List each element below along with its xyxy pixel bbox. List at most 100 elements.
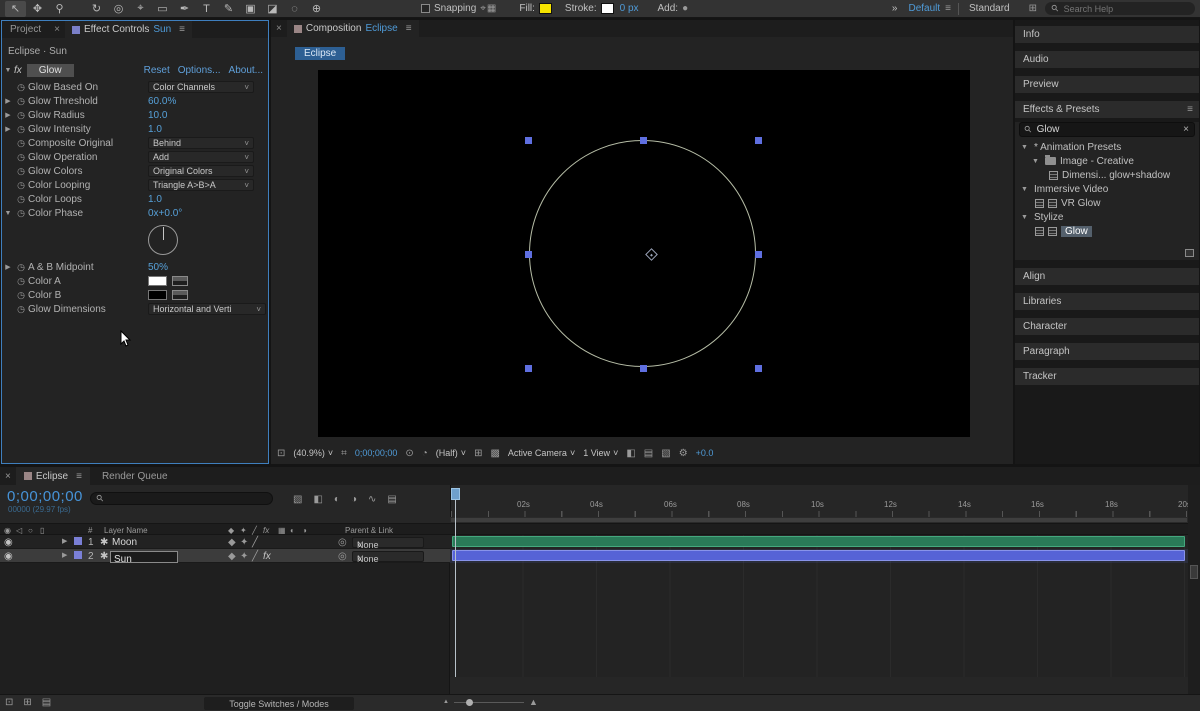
effect-header[interactable]: ▼ fx Glow Reset Options... About... [2, 63, 268, 78]
twirl-down-icon[interactable]: ▼ [2, 67, 14, 74]
zoom-tool-icon[interactable]: ⚲ [49, 1, 70, 17]
hide-shy-layers-icon[interactable]: ◐ [334, 494, 340, 505]
shape-tool-icon[interactable]: ▭ [152, 1, 173, 17]
add-menu-icon[interactable]: ● [682, 3, 688, 14]
stroke-width-value[interactable]: 0 px [620, 3, 639, 14]
about-link[interactable]: About... [229, 65, 263, 76]
monitor-icon[interactable]: ⊡ [277, 448, 285, 459]
layer-color-chip[interactable] [74, 537, 82, 545]
eraser-tool-icon[interactable]: ◪ [262, 1, 283, 17]
panel-tracker[interactable]: Tracker [1015, 368, 1199, 385]
glow-colors-dropdown[interactable]: Original Colors˅ [148, 165, 254, 177]
layer-bar-moon[interactable] [452, 536, 1185, 547]
clone-stamp-tool-icon[interactable]: ▣ [240, 1, 261, 17]
workspace-default-tab[interactable]: Default [908, 3, 940, 14]
workspace-menu-icon[interactable]: ≡ [945, 3, 951, 14]
timeline-vertical-scrollbar[interactable] [1188, 485, 1200, 694]
parent-dropdown[interactable]: None˅ [352, 551, 424, 562]
column-number[interactable]: # [88, 526, 92, 535]
timeline-search-field[interactable]: ⚲ [90, 492, 273, 505]
twirl-down-icon[interactable]: ▼ [1032, 158, 1041, 165]
tab-project[interactable]: Project [2, 24, 49, 35]
e je-visibility-icon[interactable]: ◉ [4, 537, 13, 548]
snap-grid-icon[interactable]: ▦ [487, 3, 496, 14]
close-panel-icon[interactable]: × [0, 471, 16, 482]
selection-handle[interactable] [525, 137, 532, 144]
pixel-aspect-icon[interactable]: ◧ [626, 448, 635, 459]
twirl-right-icon[interactable]: ▶ [62, 537, 67, 545]
close-panel-icon[interactable]: × [271, 23, 287, 34]
panel-menu-icon[interactable]: ≡ [1187, 104, 1193, 115]
panel-audio[interactable]: Audio [1015, 51, 1199, 68]
expand-in-out-icon[interactable]: ▤ [42, 697, 51, 708]
color-a-swatch[interactable] [148, 276, 167, 286]
selection-handle[interactable] [525, 365, 532, 372]
tree-item-immersive-video[interactable]: ▼ Immersive Video [1015, 182, 1199, 196]
twirl-down-icon[interactable]: ▼ [1021, 186, 1030, 193]
layer-row-sun[interactable]: ◉ ▶ 2 ✱ Sun ◆ ✦ ╱ fx ◎ None˅ [0, 549, 450, 563]
overflow-icon[interactable]: » [892, 3, 898, 14]
workspace-manager-icon[interactable]: ⊞ [1029, 3, 1037, 14]
twirl-right-icon[interactable]: ▶ [2, 263, 14, 271]
current-time-display[interactable]: 0;00;00;00 [7, 488, 83, 505]
color-picker-icon[interactable] [172, 276, 188, 286]
layer-color-chip[interactable] [74, 551, 82, 559]
safe-zones-icon[interactable]: ⌗ [341, 448, 347, 459]
stopwatch-icon[interactable]: ◷ [14, 152, 28, 163]
color-b-swatch[interactable] [148, 290, 167, 300]
selection-tool-icon[interactable]: ↖ [5, 1, 26, 17]
ellipse-shape-outline[interactable] [529, 140, 756, 367]
panel-menu-icon[interactable]: ≡ [406, 23, 412, 34]
stopwatch-icon[interactable]: ◷ [14, 262, 28, 273]
stopwatch-icon[interactable]: ◷ [14, 124, 28, 135]
magnification-dropdown[interactable]: (40.9%)˅ [293, 448, 333, 458]
motion-blur-icon[interactable]: ∿ [368, 494, 376, 505]
glow-intensity-value[interactable]: 1.0 [148, 124, 162, 135]
frame-blend-switch-icon[interactable]: ╱ [252, 551, 258, 562]
quality-switch-icon[interactable]: ◆ [228, 551, 236, 562]
viewer-comp-chip[interactable]: Eclipse [295, 47, 345, 60]
reset-link[interactable]: Reset [144, 65, 170, 76]
frame-blending-icon[interactable]: ◑ [351, 494, 357, 505]
tab-timeline-eclipse[interactable]: Eclipse ≡ [16, 467, 90, 485]
panel-character[interactable]: Character [1015, 318, 1199, 335]
stopwatch-icon[interactable]: ◷ [14, 110, 28, 121]
puppet-pin-tool-icon[interactable]: ⊕ [306, 1, 327, 17]
twirl-right-icon[interactable]: ▶ [2, 111, 14, 119]
tab-effect-controls[interactable]: Effect Controls Sun ≡ [65, 21, 192, 38]
ab-midpoint-value[interactable]: 50% [148, 262, 168, 273]
twirl-right-icon[interactable]: ▶ [2, 97, 14, 105]
tab-composition[interactable]: Composition Eclipse ≡ [287, 20, 419, 37]
twirl-down-icon[interactable]: ▼ [1021, 214, 1030, 221]
stopwatch-icon[interactable]: ◷ [14, 82, 28, 93]
glow-dimensions-dropdown[interactable]: Horizontal and Verti˅ [148, 303, 266, 315]
pan-behind-tool-icon[interactable]: ⌖ [130, 1, 151, 17]
scrollbar-handle[interactable] [1190, 565, 1198, 579]
stopwatch-icon[interactable]: ◷ [14, 194, 28, 205]
stopwatch-icon[interactable]: ◷ [14, 304, 28, 315]
composite-original-dropdown[interactable]: Behind˅ [148, 137, 254, 149]
selection-handle[interactable] [640, 137, 647, 144]
stopwatch-icon[interactable]: ◷ [14, 138, 28, 149]
stopwatch-icon[interactable]: ◷ [14, 208, 28, 219]
glow-radius-value[interactable]: 10.0 [148, 110, 167, 121]
column-layer-name[interactable]: Layer Name [104, 526, 148, 535]
fx-switch-icon[interactable]: fx [263, 551, 271, 562]
panel-align[interactable]: Align [1015, 268, 1199, 285]
tree-item-dimensional-glow-shadow[interactable]: Dimensi... glow+shadow [1015, 168, 1199, 182]
fill-swatch[interactable] [539, 3, 552, 14]
color-phase-dial[interactable] [148, 225, 178, 255]
effect-name[interactable]: Glow [27, 64, 74, 77]
stroke-swatch[interactable] [601, 3, 614, 14]
stopwatch-icon[interactable]: ◷ [14, 276, 28, 287]
track-area[interactable] [450, 535, 1188, 677]
type-tool-icon[interactable]: T [196, 1, 217, 17]
panel-menu-icon[interactable]: ≡ [76, 471, 82, 482]
layer-row-moon[interactable]: ◉ ▶ 1 ✱ Moon ◆ ✦ ╱ ◎ None˅ [0, 535, 450, 549]
mini-flowchart-icon[interactable]: ▧ [661, 448, 670, 459]
snapshot-camera-icon[interactable]: ⊙ [405, 448, 413, 459]
viewer-current-time[interactable]: 0;00;00;00 [355, 448, 398, 458]
resolution-dropdown[interactable]: (Half)˅ [436, 448, 466, 458]
color-looping-dropdown[interactable]: Triangle A>B>A˅ [148, 179, 254, 191]
tree-item-image-creative[interactable]: ▼ Image - Creative [1015, 154, 1199, 168]
